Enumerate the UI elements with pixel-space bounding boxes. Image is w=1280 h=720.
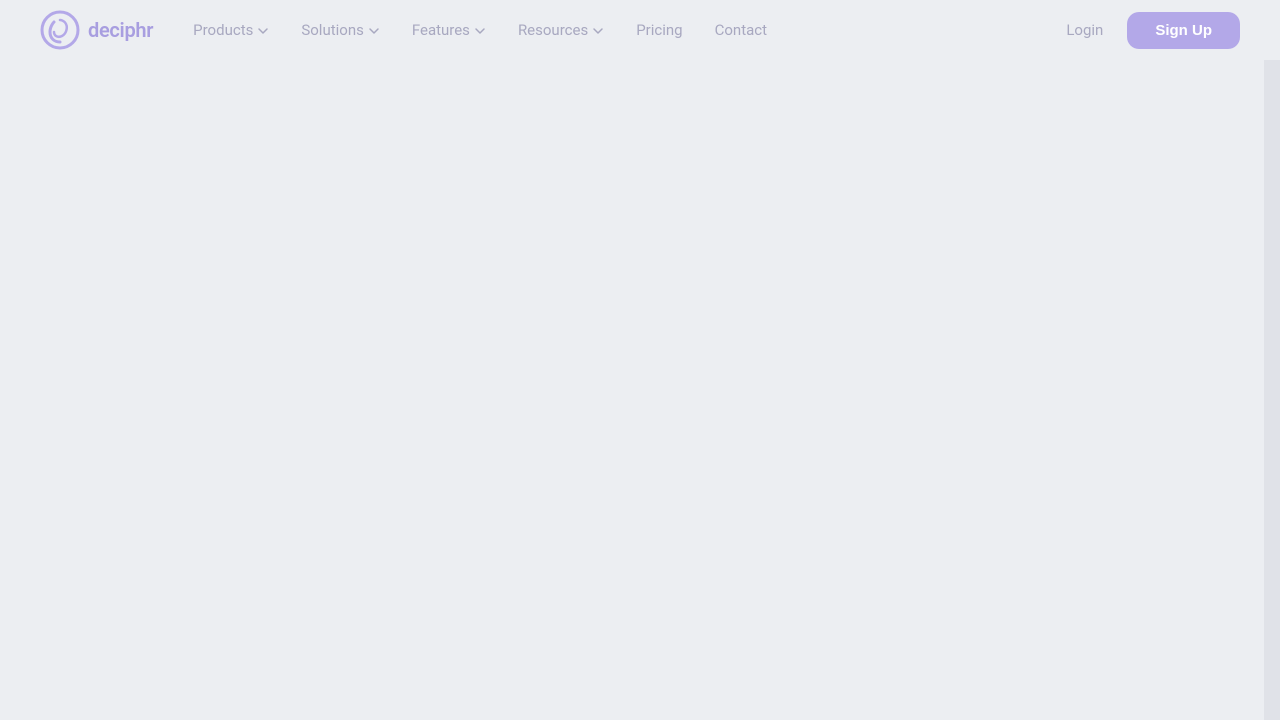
navbar-left: deciphr Products Solutions Features [40, 10, 767, 50]
nav-item-contact[interactable]: Contact [715, 21, 767, 39]
deciphr-logo-icon [40, 10, 80, 50]
nav-item-resources[interactable]: Resources [518, 21, 604, 39]
navbar-right: Login Sign Up [1066, 12, 1240, 49]
nav-label-pricing: Pricing [636, 21, 682, 39]
nav-item-products[interactable]: Products [193, 21, 269, 39]
nav-label-products: Products [193, 21, 253, 39]
nav-label-solutions: Solutions [301, 21, 364, 39]
nav-item-solutions[interactable]: Solutions [301, 21, 380, 39]
chevron-down-icon [592, 25, 604, 37]
nav-label-features: Features [412, 21, 470, 39]
signup-button[interactable]: Sign Up [1127, 12, 1240, 49]
main-content [0, 60, 1280, 720]
nav-label-contact: Contact [715, 21, 767, 39]
nav-item-pricing[interactable]: Pricing [636, 21, 682, 39]
login-link[interactable]: Login [1066, 21, 1103, 39]
nav-links: Products Solutions Features [193, 21, 767, 39]
chevron-down-icon [474, 25, 486, 37]
nav-label-resources: Resources [518, 21, 588, 39]
navbar: deciphr Products Solutions Features [0, 0, 1280, 60]
chevron-down-icon [368, 25, 380, 37]
logo[interactable]: deciphr [40, 10, 153, 50]
scrollbar-track [1264, 0, 1280, 720]
logo-text: deciphr [88, 18, 153, 42]
chevron-down-icon [257, 25, 269, 37]
nav-item-features[interactable]: Features [412, 21, 486, 39]
